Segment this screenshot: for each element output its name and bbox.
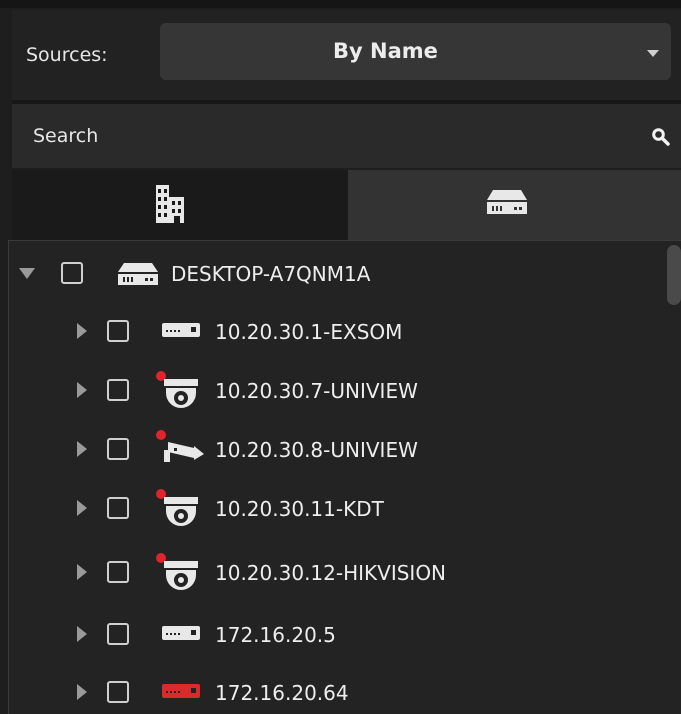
checkbox[interactable] xyxy=(107,623,129,645)
expand-triangle-icon[interactable] xyxy=(77,441,87,457)
expand-triangle-icon[interactable] xyxy=(77,382,87,398)
sources-label: Sources: xyxy=(26,44,108,66)
tree-item[interactable]: 10.20.30.7-UNIVIEW xyxy=(9,365,659,415)
bullet-camera-icon xyxy=(156,430,204,462)
expand-triangle-icon[interactable] xyxy=(77,323,87,339)
search-bar xyxy=(12,104,681,168)
checkbox[interactable] xyxy=(107,681,129,703)
expand-triangle-icon[interactable] xyxy=(77,500,87,516)
checkbox[interactable] xyxy=(107,438,129,460)
sources-dropdown[interactable]: By Name xyxy=(160,23,671,80)
tree-root[interactable]: DESKTOP-A7QNM1A xyxy=(9,248,659,298)
tree-node-label: 172.16.20.64 xyxy=(215,681,349,705)
expand-triangle-icon[interactable] xyxy=(77,684,87,700)
tree-node-label: 10.20.30.1-EXSOM xyxy=(215,320,403,344)
tree-item[interactable]: 172.16.20.64 xyxy=(9,667,659,714)
search-icon[interactable] xyxy=(651,127,671,147)
search-input[interactable] xyxy=(12,104,622,168)
device-tree: DESKTOP-A7QNM1A 10.20.30.1-EXSOM 10.20.3… xyxy=(8,240,681,714)
tree-node-label: 10.20.30.7-UNIVIEW xyxy=(215,379,418,403)
nvr-device-error-icon xyxy=(162,684,200,698)
tree-node-label: 172.16.20.5 xyxy=(215,623,336,647)
tree-item[interactable]: 10.20.30.12-HIKVISION xyxy=(9,547,659,597)
tree-item[interactable]: 172.16.20.5 xyxy=(9,609,659,659)
view-tabs xyxy=(12,170,681,240)
building-icon xyxy=(156,185,184,223)
expand-triangle-icon[interactable] xyxy=(77,626,87,642)
nvr-device-icon xyxy=(162,323,200,337)
tab-sites[interactable] xyxy=(12,170,348,240)
checkbox[interactable] xyxy=(107,320,129,342)
scrollbar-thumb[interactable] xyxy=(667,245,681,305)
chevron-down-icon xyxy=(647,50,659,57)
tree-node-label: 10.20.30.8-UNIVIEW xyxy=(215,438,418,462)
checkbox[interactable] xyxy=(107,497,129,519)
sources-dropdown-value: By Name xyxy=(333,39,438,63)
tree-item[interactable]: 10.20.30.8-UNIVIEW xyxy=(9,424,659,474)
sources-bar: Sources: By Name xyxy=(12,10,681,100)
tree-node-label: 10.20.30.12-HIKVISION xyxy=(215,561,447,585)
dome-camera-icon xyxy=(156,371,198,408)
checkbox[interactable] xyxy=(107,561,129,583)
nvr-icon xyxy=(118,263,158,285)
tree-item[interactable]: 10.20.30.1-EXSOM xyxy=(9,306,659,356)
tab-devices[interactable] xyxy=(348,170,681,240)
tree-item[interactable]: 10.20.30.11-KDT xyxy=(9,483,659,533)
top-frame xyxy=(0,0,681,8)
tree-node-label: DESKTOP-A7QNM1A xyxy=(171,262,371,286)
expand-triangle-icon[interactable] xyxy=(77,564,87,580)
expand-triangle-icon[interactable] xyxy=(19,268,35,279)
checkbox[interactable] xyxy=(107,379,129,401)
tree-node-label: 10.20.30.11-KDT xyxy=(215,497,384,521)
nvr-device-icon xyxy=(162,626,200,640)
nvr-icon xyxy=(487,190,527,214)
dome-camera-icon xyxy=(156,489,198,526)
dome-camera-icon xyxy=(156,553,198,590)
checkbox[interactable] xyxy=(61,262,83,284)
